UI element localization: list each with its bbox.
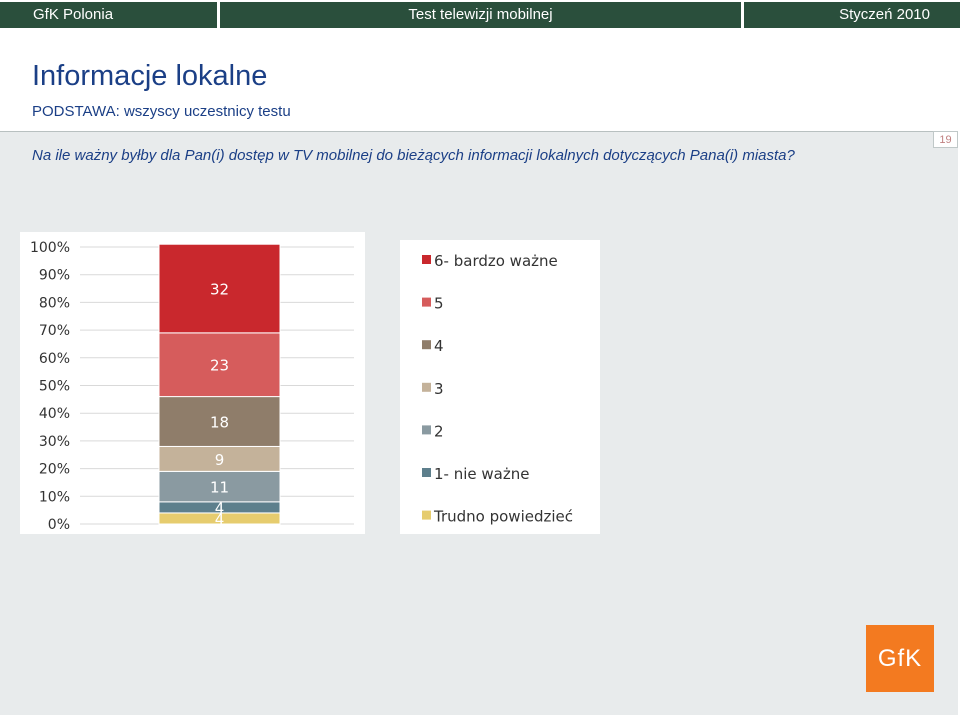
legend-label: 6- bardzo ważne — [434, 252, 558, 270]
data-label: 23 — [210, 357, 229, 375]
legend-swatch — [422, 255, 431, 264]
y-tick-label: 70% — [39, 323, 70, 339]
legend-swatch — [422, 297, 431, 307]
y-tick-label: 20% — [39, 462, 70, 478]
data-label: 18 — [210, 414, 229, 432]
legend-label: 3 — [434, 380, 444, 398]
y-tick-label: 40% — [39, 406, 70, 422]
y-tick-label: 0% — [48, 517, 70, 533]
y-tick-label: 80% — [39, 295, 70, 311]
legend-swatch — [422, 425, 431, 435]
gfk-logo: GfK — [866, 625, 934, 692]
y-tick-label: 30% — [39, 434, 70, 450]
legend-label: Trudno powiedzieć — [433, 508, 573, 526]
legend-swatch — [422, 382, 431, 392]
y-tick-label: 60% — [39, 351, 70, 367]
data-label: 32 — [210, 281, 229, 299]
legend-label: 5 — [434, 295, 444, 313]
legend-swatch — [422, 340, 431, 350]
legend-label: 4 — [434, 337, 444, 355]
y-tick-label: 10% — [39, 489, 70, 505]
data-label: 11 — [210, 479, 229, 497]
y-tick-label: 90% — [39, 268, 70, 284]
y-tick-label: 50% — [39, 379, 70, 395]
legend-swatch — [422, 510, 431, 520]
legend-label: 2 — [434, 422, 444, 440]
legend-swatch — [422, 468, 431, 477]
y-tick-label: 100% — [30, 240, 70, 256]
stacked-bar-chart: 0%10%20%30%40%50%60%70%80%90%100%4411918… — [20, 232, 600, 534]
legend-label: 1- nie ważne — [434, 465, 529, 483]
data-label: 9 — [215, 451, 225, 469]
